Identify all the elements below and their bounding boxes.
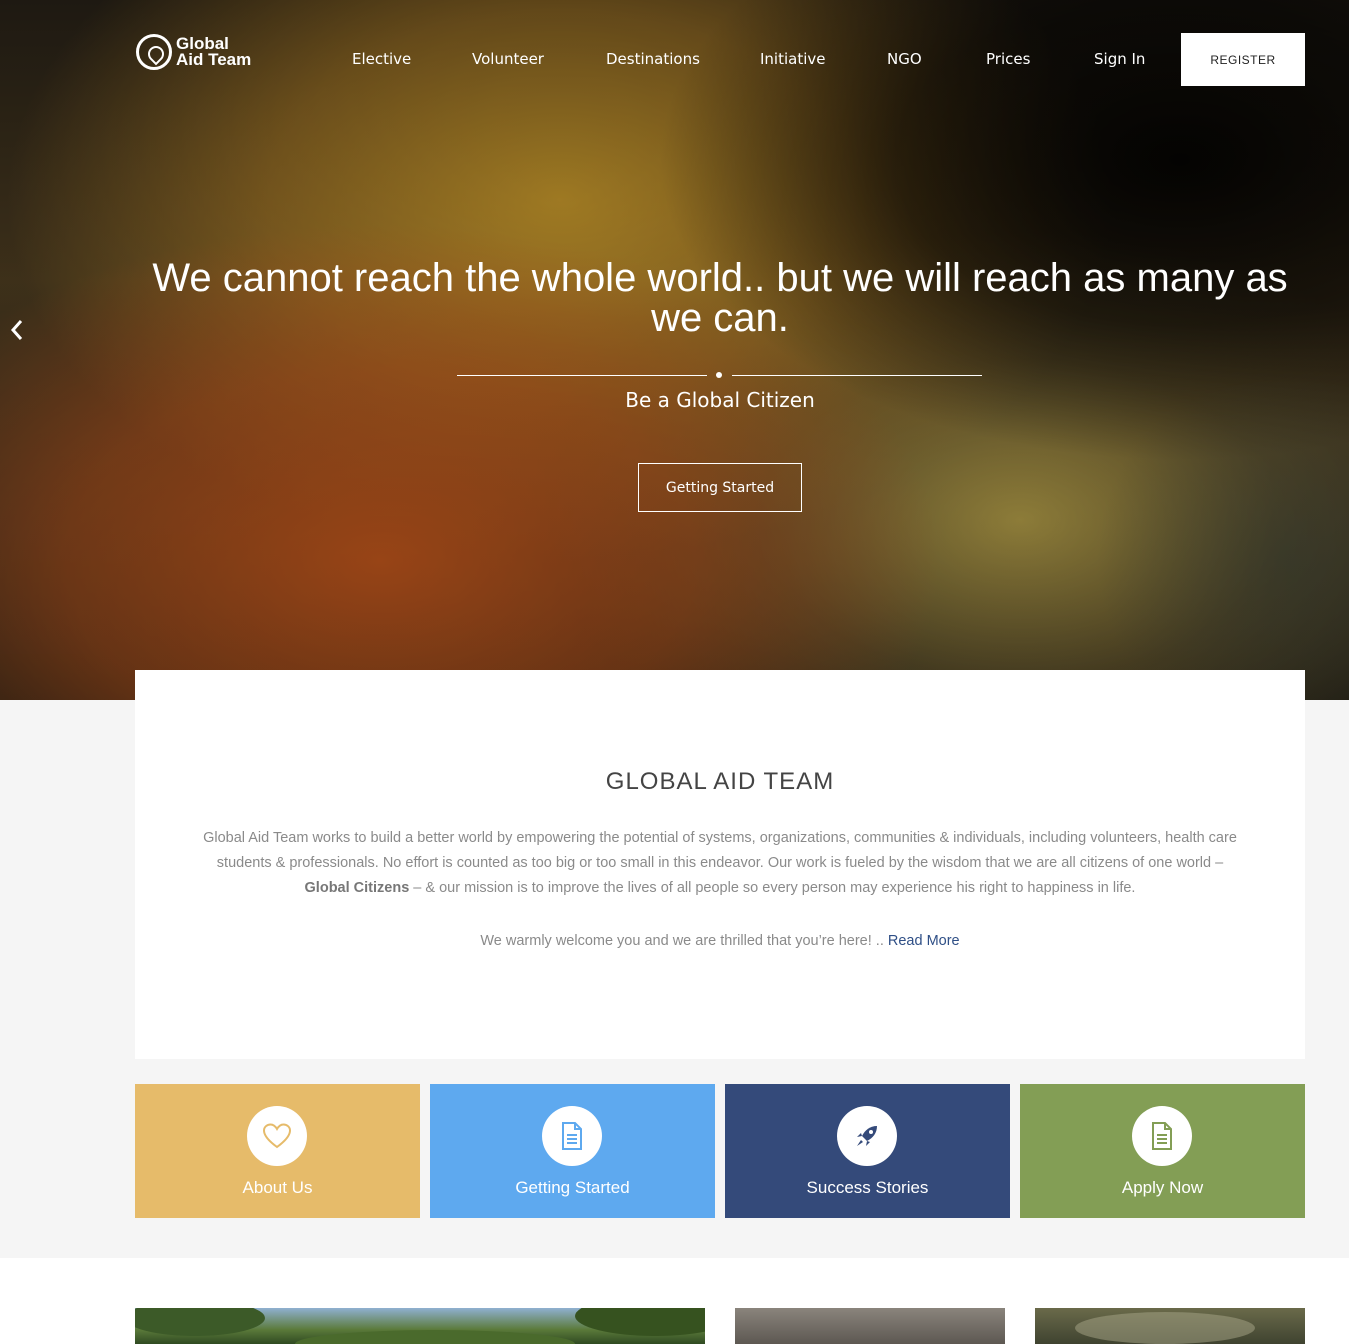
nav-item-ngo[interactable]: NGO [887, 50, 922, 68]
tile-label: Apply Now [1121, 1178, 1204, 1197]
tile-getting-started[interactable]: Getting Started [430, 1084, 715, 1218]
slider-prev-arrow-icon[interactable] [8, 318, 26, 342]
about-section: GLOBAL AID TEAM Global Aid Team works to… [135, 670, 1305, 1059]
getting-started-button[interactable]: Getting Started [638, 463, 802, 512]
rocket-icon [837, 1106, 897, 1166]
about-body-highlight: Global Citizens [304, 880, 410, 896]
nav-item-prices[interactable]: Prices [986, 50, 1030, 68]
tile-label: Success Stories [806, 1178, 929, 1197]
document-icon [1132, 1106, 1192, 1166]
tile-success-stories[interactable]: Success Stories [725, 1084, 1010, 1218]
about-body: Global Aid Team works to build a better … [203, 830, 1237, 896]
tile-apply-now[interactable]: Apply Now [1020, 1084, 1305, 1218]
about-welcome: We warmly welcome you and we are thrille… [480, 933, 960, 949]
main-nav: Elective Volunteer Destinations Initiati… [0, 50, 1349, 70]
hero-divider-right [732, 375, 982, 376]
nav-item-volunteer[interactable]: Volunteer [472, 50, 544, 68]
hero-headline: We cannot reach the whole world.. but we… [152, 256, 1288, 340]
tile-label: Getting Started [515, 1178, 630, 1197]
gallery-image[interactable] [135, 1308, 705, 1344]
gallery-image[interactable] [735, 1308, 1005, 1344]
read-more-link[interactable]: Read More [884, 933, 960, 949]
nav-item-destinations[interactable]: Destinations [606, 50, 700, 68]
register-button[interactable]: REGISTER [1181, 33, 1305, 86]
hero-divider-left [457, 375, 707, 376]
hero-divider-dot [716, 372, 722, 378]
nav-item-sign-in[interactable]: Sign In [1094, 50, 1145, 68]
nav-item-initiative[interactable]: Initiative [760, 50, 826, 68]
hero-subline: Be a Global Citizen [625, 388, 815, 412]
document-icon [542, 1106, 602, 1166]
gallery-image[interactable] [1035, 1308, 1305, 1344]
tile-label: About Us [242, 1178, 313, 1197]
heart-icon [247, 1106, 307, 1166]
nav-item-elective[interactable]: Elective [352, 50, 411, 68]
tile-about-us[interactable]: About Us [135, 1084, 420, 1218]
hero-overlay [0, 0, 1349, 700]
about-title: GLOBAL AID TEAM [605, 768, 835, 795]
hero-banner: Global Aid Team Elective Volunteer Desti… [0, 0, 1349, 700]
